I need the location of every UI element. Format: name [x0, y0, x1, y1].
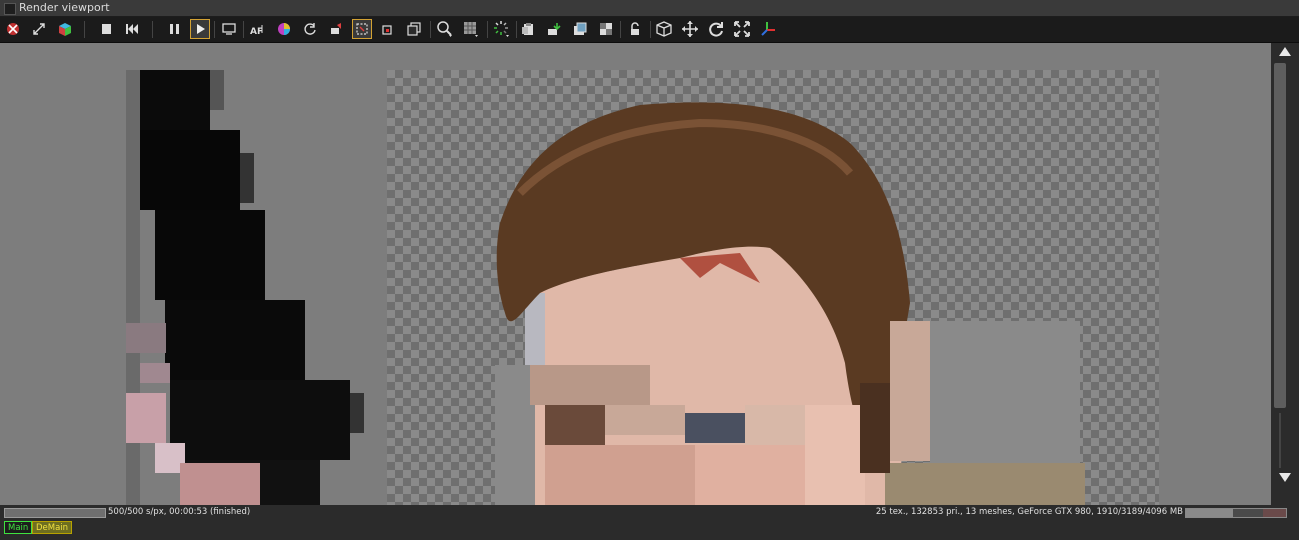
gpu-memory-bar: [1185, 508, 1287, 518]
title-bar: Render viewport: [0, 0, 1299, 17]
rendered-image: [126, 70, 1085, 505]
left-figure-mosaic: [126, 70, 364, 505]
render-toolbar: AF: [0, 17, 1299, 43]
clear-cache-icon[interactable]: [3, 19, 23, 39]
window-menu-icon[interactable]: [4, 3, 16, 15]
rotate-icon[interactable]: [706, 19, 726, 39]
export-icon[interactable]: [570, 19, 590, 39]
cube-icon[interactable]: [654, 19, 674, 39]
render-pass-bar: Main DeMain: [0, 520, 1299, 540]
svg-text:AF: AF: [250, 27, 263, 37]
axis-icon[interactable]: [758, 19, 778, 39]
import-icon[interactable]: [544, 19, 564, 39]
render-status-text: 500/500 s/px, 00:00:53 (finished): [108, 507, 251, 517]
rewind-icon[interactable]: [122, 19, 142, 39]
scroll-thumb[interactable]: [1274, 63, 1286, 408]
color-wheel-icon[interactable]: [274, 19, 294, 39]
vertical-scrollbar[interactable]: [1271, 43, 1299, 505]
scene-stats-text: 25 tex., 132853 pri., 13 meshes, GeForce…: [875, 507, 1183, 517]
camera-lamp-icon[interactable]: [326, 19, 346, 39]
copy-image-icon[interactable]: [404, 19, 424, 39]
render-viewport[interactable]: [0, 43, 1271, 505]
lock-icon[interactable]: [625, 19, 645, 39]
cube-color-icon[interactable]: [55, 19, 75, 39]
text-af-icon[interactable]: AF: [248, 19, 268, 39]
display-settings-icon[interactable]: [219, 19, 239, 39]
main-pass-chip[interactable]: Main: [4, 521, 33, 534]
spinner-icon[interactable]: [492, 19, 512, 39]
scroll-track[interactable]: [1279, 413, 1281, 468]
zoom-icon[interactable]: [435, 19, 455, 39]
stop-icon[interactable]: [96, 19, 116, 39]
render-progress-bar: [4, 508, 106, 518]
status-bar: 500/500 s/px, 00:00:53 (finished) 25 tex…: [0, 506, 1299, 520]
scroll-up-icon[interactable]: [1279, 47, 1291, 56]
scroll-down-icon[interactable]: [1279, 473, 1291, 482]
focus-pick-icon[interactable]: [378, 19, 398, 39]
clipboard-icon[interactable]: [518, 19, 538, 39]
face-render: [495, 102, 1085, 505]
region-pick-icon[interactable]: [352, 19, 372, 39]
fit-icon[interactable]: [732, 19, 752, 39]
grid-icon[interactable]: [461, 19, 481, 39]
move-icon[interactable]: [680, 19, 700, 39]
play-icon[interactable]: [190, 19, 210, 39]
resize-icon[interactable]: [29, 19, 49, 39]
checker-icon[interactable]: [596, 19, 616, 39]
refresh-icon[interactable]: [300, 19, 320, 39]
demain-pass-chip[interactable]: DeMain: [32, 521, 73, 534]
pause-icon[interactable]: [164, 19, 184, 39]
window-title: Render viewport: [19, 1, 110, 14]
